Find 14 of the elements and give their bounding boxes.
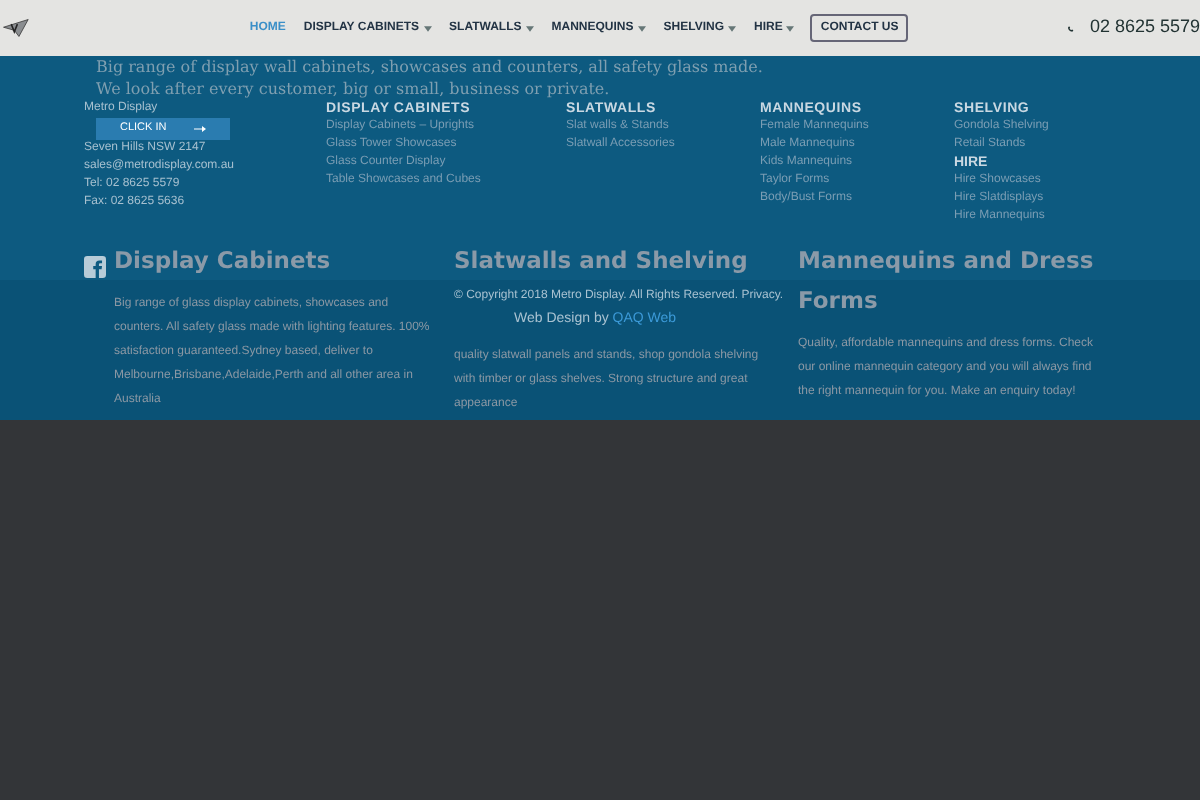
facebook-icon[interactable]	[84, 256, 106, 278]
caret-icon	[728, 25, 737, 31]
phone-number: 02 8625 5579	[1089, 14, 1200, 41]
section-title: Display Cabinets	[114, 244, 333, 278]
caret-icon	[423, 25, 432, 31]
phone-icon	[1068, 21, 1074, 35]
arrow-icon	[194, 126, 206, 132]
caret-icon	[525, 25, 534, 31]
caret-icon	[637, 25, 646, 31]
caret-icon	[786, 25, 795, 31]
intro-text: We look after every customer, big or small, business or private.	[96, 79, 612, 100]
section-title: Mannequins and Dress Forms	[798, 244, 1096, 318]
section-title: Slatwalls and Shelving	[454, 244, 750, 278]
intro-text: Big range of display wall cabinets, showcases and counters, all safety glass made.	[96, 58, 765, 79]
